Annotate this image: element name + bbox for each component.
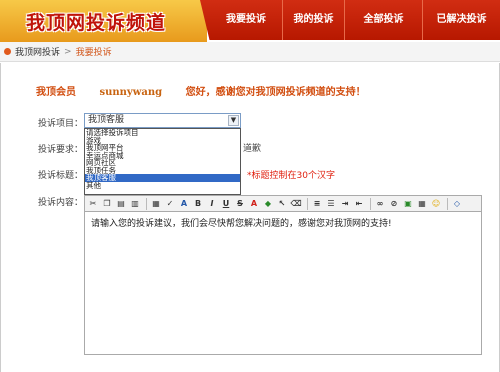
unlink-icon[interactable]: ⊘ <box>388 198 400 210</box>
paste-icon[interactable]: ▤ <box>115 198 127 210</box>
item-select-value: 我顶客服 <box>88 115 125 125</box>
breadcrumb-separator: > <box>64 46 72 57</box>
bullet-icon <box>4 48 11 55</box>
toolbar-divider <box>370 197 371 210</box>
nav-resolved-complaints[interactable]: 已解决投诉 <box>422 0 500 40</box>
breadcrumb-home[interactable]: 我顶网投诉 <box>15 45 60 58</box>
dropdown-option[interactable]: 请选择投诉项目 <box>85 129 240 137</box>
eraser-icon[interactable]: ⌫ <box>290 198 302 210</box>
smiley-icon[interactable]: ☺ <box>430 198 442 210</box>
italic-icon[interactable]: I <box>206 198 218 210</box>
align-left-icon[interactable]: ≡ <box>311 198 323 210</box>
source-icon[interactable]: ◇ <box>451 198 463 210</box>
link-icon[interactable]: ∞ <box>374 198 386 210</box>
copy-icon[interactable]: ❐ <box>101 198 113 210</box>
dropdown-option-selected[interactable]: 我顶客服 <box>85 174 240 182</box>
title-hint: *标题控制在30个汉字 <box>247 171 335 181</box>
nav-all-complaints[interactable]: 全部投诉 <box>344 0 422 40</box>
image-icon[interactable]: ▣ <box>402 198 414 210</box>
font-color-icon[interactable]: A <box>248 198 260 210</box>
spellcheck-icon[interactable]: ✓ <box>164 198 176 210</box>
member-prefix: 我顶会员 <box>36 87 76 98</box>
greeting-message: 您好，感谢您对我顶网投诉频道的支持！ <box>185 87 366 98</box>
flash-icon[interactable]: ▦ <box>416 198 428 210</box>
title-label: 投诉标题： <box>38 171 84 181</box>
content-text: 请输入您的投诉建议，我们会尽快帮您解决问题的，感谢您对我顶网的支持! <box>91 219 392 229</box>
bold-icon[interactable]: B <box>192 198 204 210</box>
list-icon[interactable]: ☰ <box>325 198 337 210</box>
dropdown-option[interactable]: 其他 <box>85 181 240 190</box>
strike-icon[interactable]: S <box>234 198 246 210</box>
editor-toolbar: ✂ ❐ ▤ ▥ ▦ ✓ A B I U S A ◆ ↖ ⌫ ≡ ☰ ⇥ ⇤ ∞ … <box>84 195 482 212</box>
select-icon[interactable]: ↖ <box>276 198 288 210</box>
toolbar-divider <box>307 197 308 210</box>
paste-word-icon[interactable]: ▦ <box>150 198 162 210</box>
greeting: 我顶会员 sunnywang 您好，感谢您对我顶网投诉频道的支持！ <box>36 83 366 98</box>
toolbar-divider <box>146 197 147 210</box>
requirement-label: 投诉要求： <box>38 145 84 155</box>
site-logo[interactable]: 我顶网投诉频道 <box>26 8 166 35</box>
content-label: 投诉内容： <box>38 198 84 208</box>
bg-color-icon[interactable]: ◆ <box>262 198 274 210</box>
item-label: 投诉项目： <box>38 119 84 129</box>
item-dropdown-list: 请选择投诉项目 游戏 我顶网平台 幸运点商城 网页社区 我顶任务 我顶客服 其他 <box>84 128 241 195</box>
nav-my-complaints[interactable]: 我的投诉 <box>282 0 344 40</box>
font-icon[interactable]: A <box>178 198 190 210</box>
chevron-down-icon[interactable]: ▼ <box>228 115 239 126</box>
breadcrumb-current: 我要投诉 <box>75 48 112 58</box>
cut-icon[interactable]: ✂ <box>87 198 99 210</box>
outdent-icon[interactable]: ⇤ <box>353 198 365 210</box>
underline-icon[interactable]: U <box>220 198 232 210</box>
username: sunnywang <box>99 87 163 98</box>
requirement-hint: 道歉 <box>243 144 262 154</box>
nav-submit-complaint[interactable]: 我要投诉 <box>210 0 282 40</box>
breadcrumb: 我顶网投诉 > 我要投诉 <box>0 42 500 62</box>
toolbar-divider <box>447 197 448 210</box>
indent-icon[interactable]: ⇥ <box>339 198 351 210</box>
content-editor[interactable]: 请输入您的投诉建议，我们会尽快帮您解决问题的，感谢您对我顶网的支持! <box>84 212 482 355</box>
paste-text-icon[interactable]: ▥ <box>129 198 141 210</box>
item-select[interactable]: 我顶客服 ▼ <box>84 113 241 128</box>
